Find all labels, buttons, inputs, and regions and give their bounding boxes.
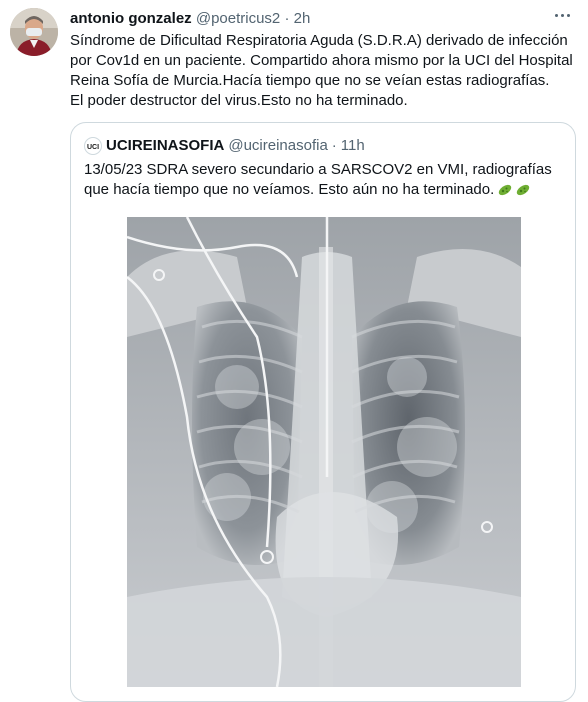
svg-text:UCI: UCI	[87, 144, 99, 150]
tweet-text-line: Síndrome de Dificultad Respiratoria Agud…	[70, 32, 568, 49]
microbe-icon	[499, 184, 512, 196]
avatar-photo	[10, 8, 58, 56]
quoted-author-handle[interactable]: @ucireinasofia	[228, 136, 327, 156]
author-handle[interactable]: @poetricus2	[196, 10, 280, 27]
more-options-icon[interactable]	[550, 6, 574, 24]
user-avatar[interactable]	[10, 8, 58, 56]
quoted-tweet[interactable]: UCI UCIREINASOFIA @ucireinasofia · 11h 1…	[70, 122, 576, 702]
quoted-tweet-text: 13/05/23 SDRA severo secundario a SARSCO…	[84, 160, 564, 200]
tweet-text-line: por Cov1d en un paciente. Compartido aho…	[70, 52, 573, 69]
tweet-timestamp[interactable]: 2h	[294, 10, 311, 27]
separator-dot: ·	[331, 137, 337, 154]
chest-xray-image[interactable]	[127, 217, 521, 687]
quoted-text-line: 13/05/23 SDRA severo secundario a SARSCO…	[84, 161, 552, 178]
microbe-icon	[517, 184, 530, 196]
quoted-tweet-header: UCI UCIREINASOFIA @ucireinasofia · 11h	[84, 136, 365, 156]
microbe-emoji-group	[497, 182, 531, 198]
tweet-header: antonio gonzalez @poetricus2 · 2h	[70, 9, 310, 29]
quoted-author-name[interactable]: UCIREINASOFIA	[106, 136, 224, 156]
author-name[interactable]: antonio gonzalez	[70, 10, 192, 27]
tweet-text-line: Reina Sofía de Murcia.Hacía tiempo que n…	[70, 72, 550, 89]
quoted-text-line: que hacía tiempo que no veíamos. Esto aú…	[84, 180, 564, 200]
separator-dot: ·	[284, 10, 290, 27]
quoted-timestamp[interactable]: 11h	[341, 136, 365, 156]
tweet-text: Síndrome de Dificultad Respiratoria Agud…	[70, 31, 576, 111]
tweet[interactable]: antonio gonzalez @poetricus2 · 2h Síndro…	[0, 0, 588, 702]
quoted-avatar[interactable]: UCI	[84, 137, 102, 155]
xray-graphic	[127, 217, 521, 687]
tweet-text-line: El poder destructor del virus.Esto no ha…	[70, 92, 408, 109]
uci-logo: UCI	[87, 144, 99, 150]
